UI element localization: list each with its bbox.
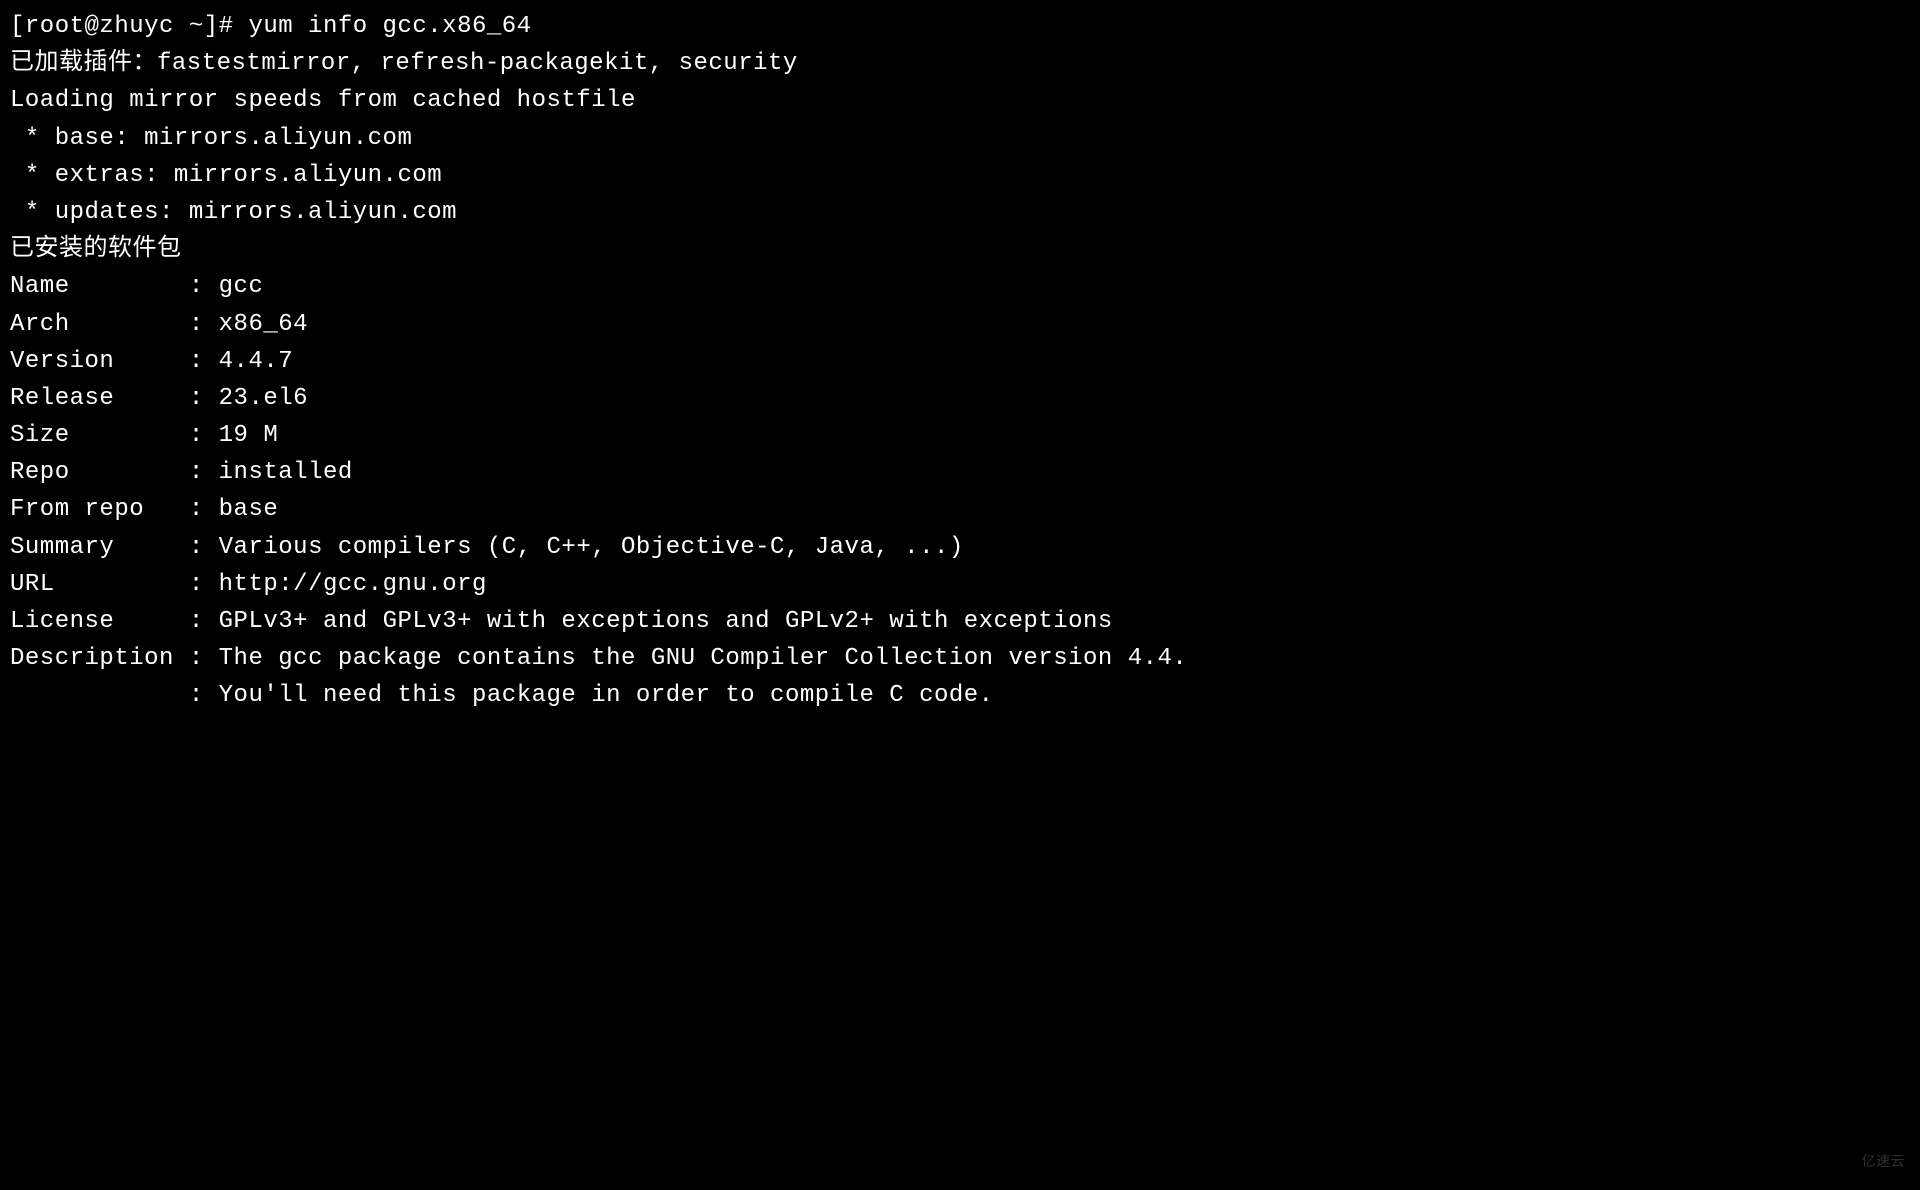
watermark-text: 亿速云 — [1862, 1153, 1906, 1175]
command-text: yum info gcc.x86_64 — [248, 13, 531, 40]
plugins-loaded-line: 已加载插件：fastestmirror, refresh-packagekit,… — [10, 45, 1910, 82]
field-size: Size : 19 M — [10, 417, 1910, 454]
mirror-updates: * updates: mirrors.aliyun.com — [10, 194, 1910, 231]
mirror-base: * base: mirrors.aliyun.com — [10, 120, 1910, 157]
mirror-extras: * extras: mirrors.aliyun.com — [10, 157, 1910, 194]
field-release: Release : 23.el6 — [10, 380, 1910, 417]
field-version: Version : 4.4.7 — [10, 343, 1910, 380]
shell-prompt: [root@zhuyc ~]# — [10, 13, 248, 40]
field-description-cont: : You'll need this package in order to c… — [10, 677, 1910, 714]
installed-packages-header: 已安装的软件包 — [10, 231, 1910, 268]
terminal-output[interactable]: [root@zhuyc ~]# yum info gcc.x86_64 已加载插… — [10, 8, 1910, 715]
field-license: License : GPLv3+ and GPLv3+ with excepti… — [10, 603, 1910, 640]
field-arch: Arch : x86_64 — [10, 306, 1910, 343]
command-line: [root@zhuyc ~]# yum info gcc.x86_64 — [10, 8, 1910, 45]
field-url: URL : http://gcc.gnu.org — [10, 566, 1910, 603]
field-repo: Repo : installed — [10, 454, 1910, 491]
loading-mirror-line: Loading mirror speeds from cached hostfi… — [10, 82, 1910, 119]
field-description: Description : The gcc package contains t… — [10, 640, 1910, 677]
field-summary: Summary : Various compilers (C, C++, Obj… — [10, 529, 1910, 566]
field-name: Name : gcc — [10, 268, 1910, 305]
field-from-repo: From repo : base — [10, 491, 1910, 528]
